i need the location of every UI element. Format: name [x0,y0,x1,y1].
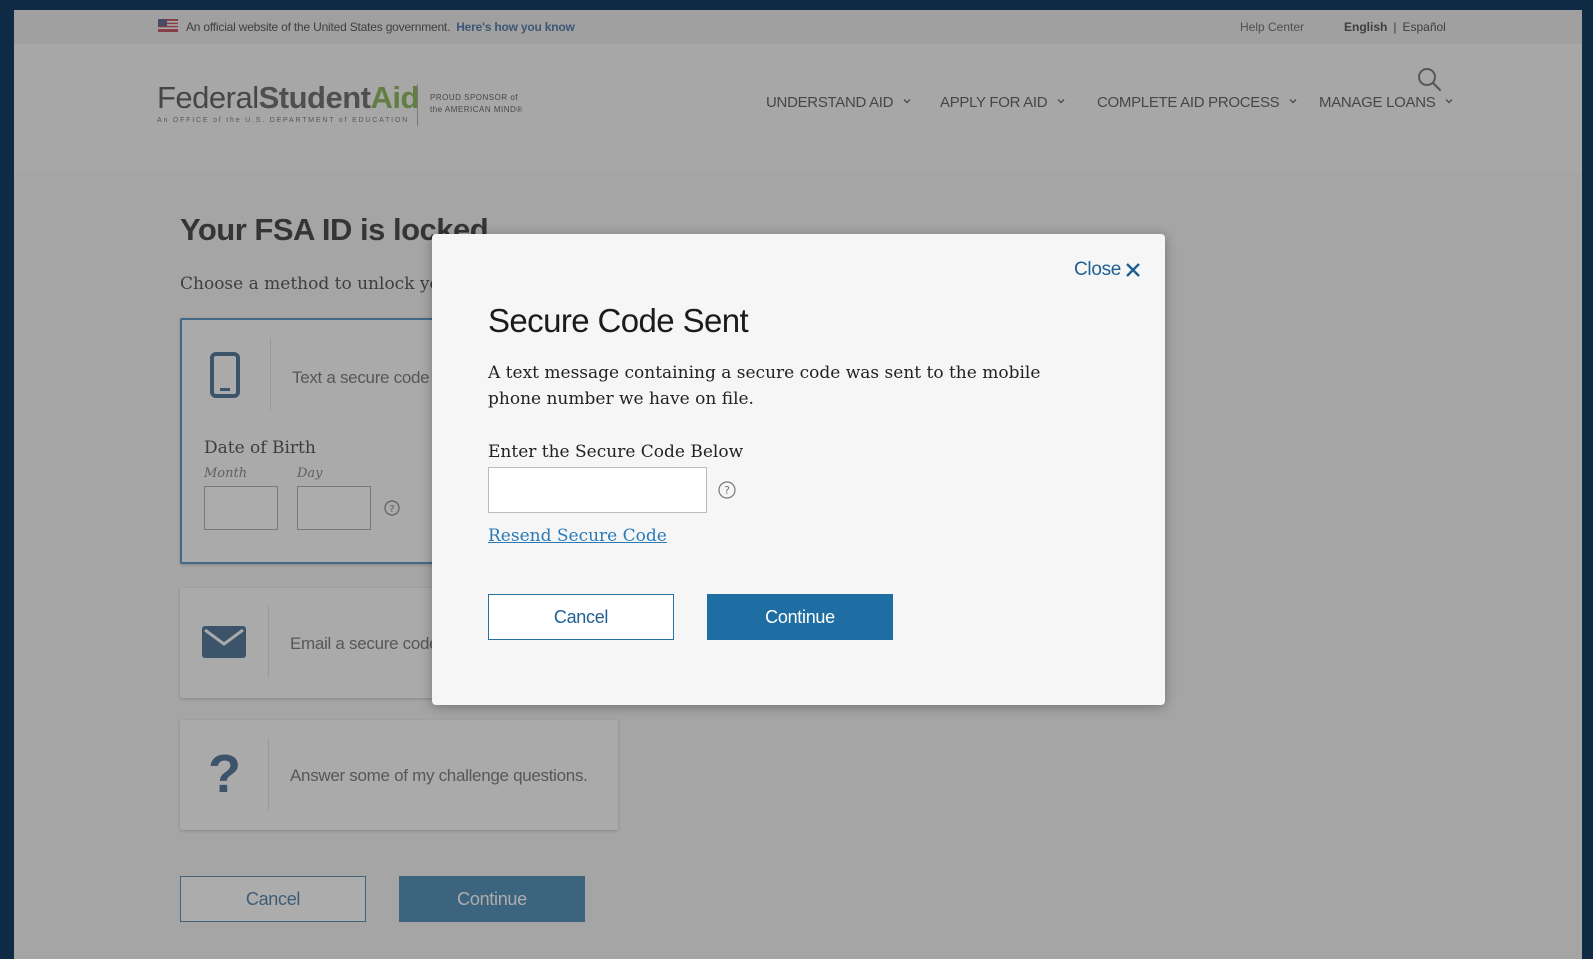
modal-continue-button[interactable]: Continue [707,594,893,640]
browser-page: An official website of the United States… [14,10,1582,959]
close-icon [1126,263,1140,277]
close-label: Close [1074,259,1122,280]
modal-cancel-button[interactable]: Cancel [488,594,674,640]
secure-code-label: Enter the Secure Code Below [488,442,744,462]
svg-text:?: ? [724,484,730,497]
modal-close-button[interactable]: Close [1074,259,1141,281]
resend-code-link[interactable]: Resend Secure Code [488,526,667,546]
modal-message: A text message containing a secure code … [488,363,1041,409]
help-icon[interactable]: ? [718,481,736,499]
secure-code-input[interactable] [488,467,707,513]
modal-title: Secure Code Sent [488,302,749,339]
secure-code-modal: Close Secure Code Sent A text message co… [432,234,1165,705]
